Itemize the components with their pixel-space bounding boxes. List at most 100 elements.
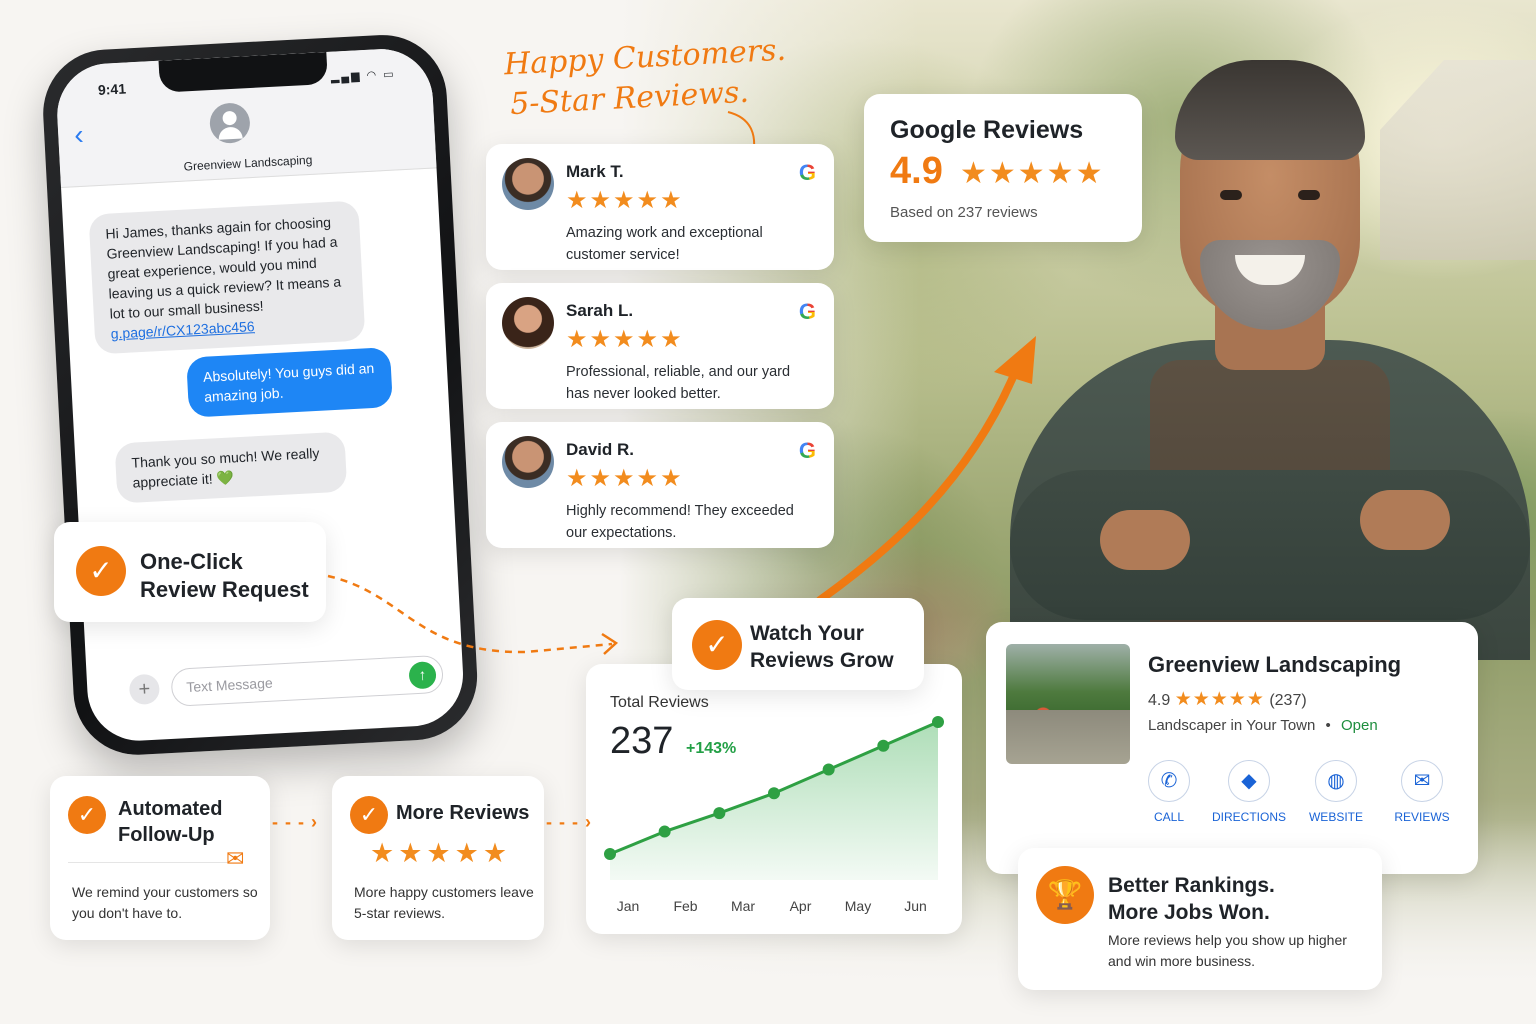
message-bubble-incoming: Thank you so much! We really appreciate … xyxy=(114,431,348,504)
rating-value: 4.9 xyxy=(1148,692,1171,709)
review-count: (237) xyxy=(1269,692,1307,709)
call-action[interactable]: ✆ CALL xyxy=(1124,760,1214,824)
one-click-review-card: ✓ One-Click Review Request xyxy=(54,522,326,622)
x-tick-label: Feb xyxy=(673,898,697,914)
dashed-arrow-icon: - - - › xyxy=(272,812,318,832)
more-reviews-card: ✓ More Reviews ★★★★★ More happy customer… xyxy=(332,776,544,940)
trophy-icon: 🏆 xyxy=(1036,866,1094,924)
better-rankings-card: 🏆 Better Rankings. More Jobs Won. More r… xyxy=(1018,848,1382,990)
more-reviews-title: More Reviews xyxy=(396,802,530,824)
action-label: WEBSITE xyxy=(1308,810,1363,824)
reviewer-avatar xyxy=(502,436,554,488)
chart-point xyxy=(768,787,780,800)
chart-point xyxy=(604,848,616,860)
directions-icon: ◆ xyxy=(1228,760,1270,802)
message-bubble-outgoing: Absolutely! You guys did an amazing job. xyxy=(186,347,393,418)
directions-action[interactable]: ◆ DIRECTIONS xyxy=(1204,760,1294,824)
chart-point xyxy=(877,739,890,752)
message-icon: ✉ xyxy=(1401,760,1443,802)
reviews-action[interactable]: ✉ REVIEWS xyxy=(1377,760,1467,824)
x-tick-label: Jun xyxy=(904,898,927,914)
garden-path-photo xyxy=(1006,644,1130,764)
chart-point xyxy=(658,825,671,838)
business-listing-card: Greenview Landscaping 4.9 ★★★★★ (237) La… xyxy=(986,622,1478,874)
message-header: 9:41 ▂▄▆ ◠ ▭ ‹ Greenview Landscaping xyxy=(54,46,437,189)
check-icon: ✓ xyxy=(350,796,388,834)
star-rating: ★★★★★ xyxy=(1174,689,1265,710)
business-name[interactable]: Greenview Landscaping xyxy=(1148,652,1401,678)
reviewer-avatar xyxy=(502,297,554,349)
review-card: Sarah L. ★★★★★ Professional, reliable, a… xyxy=(486,283,834,409)
watch-reviews-grow-card: ✓ Watch Your Reviews Grow xyxy=(672,598,924,690)
total-reviews-chart: Total Reviews 237 +143% Jan Feb Mar Apr May J… xyxy=(586,664,962,934)
one-click-label: One-Click Review Request xyxy=(140,549,309,602)
check-icon: ✓ xyxy=(68,796,106,834)
google-star-rating: ★★★★★ xyxy=(960,157,1105,190)
review-text: Amazing work and exceptional customer se… xyxy=(566,225,763,263)
google-icon: G xyxy=(798,438,816,463)
chart-point xyxy=(822,763,835,776)
chart-point xyxy=(713,807,726,820)
reviewer-avatar xyxy=(502,158,554,210)
x-tick-label: May xyxy=(845,898,871,914)
back-chevron-icon[interactable]: ‹ xyxy=(73,119,84,151)
google-icon: G xyxy=(798,299,816,324)
separator: • xyxy=(1325,717,1331,734)
dashed-arrow-icon: - - - › xyxy=(546,812,592,832)
star-rating: ★★★★★ xyxy=(566,326,684,353)
review-text: Professional, reliable, and our yard has… xyxy=(566,364,791,402)
contact-avatar-icon[interactable] xyxy=(208,102,251,145)
business-category: Landscaper in Your Town xyxy=(1148,717,1316,734)
check-icon: ✓ xyxy=(692,620,742,670)
message-text: Absolutely! You guys did an amazing job. xyxy=(202,359,375,405)
reviewer-name: Sarah L. xyxy=(566,301,634,320)
send-arrow-icon[interactable]: ↑ xyxy=(408,661,437,690)
x-tick-label: Jan xyxy=(617,898,640,914)
contact-name: Greenview Landscaping xyxy=(183,152,313,174)
input-placeholder: Text Message xyxy=(185,674,274,696)
phone-notch xyxy=(158,51,328,93)
check-icon: ✓ xyxy=(76,546,126,596)
website-action[interactable]: ◍ WEBSITE xyxy=(1291,760,1381,824)
review-card: David R. ★★★★★ Highly recommend! They ex… xyxy=(486,422,834,548)
phone-icon: ✆ xyxy=(1148,760,1190,802)
open-status: Open xyxy=(1340,717,1378,734)
divider xyxy=(68,862,230,863)
star-rating: ★★★★★ xyxy=(566,465,684,492)
reviewer-name: Mark T. xyxy=(566,162,624,181)
action-label: CALL xyxy=(1153,810,1185,824)
message-text: Hi James, thanks again for choosing Gree… xyxy=(105,213,342,322)
review-card: Mark T. ★★★★★ Amazing work and exception… xyxy=(486,144,834,270)
automated-desc: We remind your customers so you don't ha… xyxy=(72,884,258,921)
x-tick-label: Mar xyxy=(731,898,755,914)
business-meta: Landscaper in Your Town • Open xyxy=(1148,717,1378,734)
dashed-connector xyxy=(327,574,619,655)
rankings-desc: More reviews help you show up higher and… xyxy=(1108,932,1347,969)
mail-icon: ✉ xyxy=(226,846,245,871)
business-rating: 4.9 ★★★★★ (237) xyxy=(1148,688,1307,711)
star-rating: ★★★★★ xyxy=(566,187,684,214)
message-bubble-incoming: Hi James, thanks again for choosing Gree… xyxy=(88,200,366,355)
status-time: 9:41 xyxy=(97,80,127,98)
google-reviews-summary: Google Reviews 4.9 ★★★★★ Based on 237 re… xyxy=(864,94,1142,242)
google-rating-value: 4.9 xyxy=(890,150,943,192)
more-reviews-desc: More happy customers leave 5-star review… xyxy=(354,884,534,921)
chart-plot: Jan Feb Mar Apr May Jun xyxy=(604,716,944,914)
star-rating: ★★★★★ xyxy=(370,838,512,868)
plus-icon[interactable]: + xyxy=(128,673,161,706)
x-tick-label: Apr xyxy=(790,898,812,914)
rankings-title: Better Rankings. More Jobs Won. xyxy=(1108,874,1275,924)
action-label: DIRECTIONS xyxy=(1211,810,1286,824)
chart-point xyxy=(932,716,944,728)
review-text: Highly recommend! They exceeded our expe… xyxy=(566,503,794,541)
globe-icon: ◍ xyxy=(1315,760,1357,802)
google-icon: G xyxy=(798,160,816,185)
action-label: REVIEWS xyxy=(1394,810,1450,824)
google-reviews-title: Google Reviews xyxy=(890,116,1084,144)
reviewer-name: David R. xyxy=(566,440,635,459)
automated-title: Automated Follow-Up xyxy=(118,798,223,846)
watch-label: Watch Your Reviews Grow xyxy=(750,622,894,672)
status-icons: ▂▄▆ ◠ ▭ xyxy=(330,68,396,84)
based-on-count: Based on 237 reviews xyxy=(890,204,1038,221)
message-text: Thank you so much! We really appreciate … xyxy=(131,444,320,491)
